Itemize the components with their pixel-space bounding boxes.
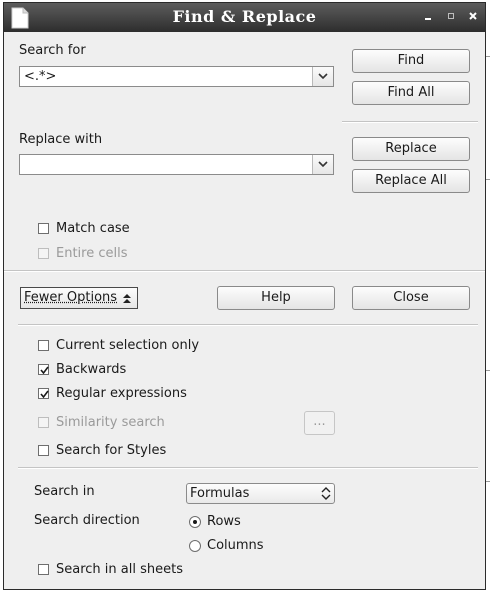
bg-gridline bbox=[486, 56, 490, 57]
regular-expressions-label[interactable]: Regular expressions bbox=[56, 386, 187, 401]
search-for-combobox[interactable]: <.*> bbox=[19, 66, 334, 87]
chevron-down-icon bbox=[318, 161, 328, 168]
window-title: Find & Replace bbox=[172, 7, 317, 26]
replace-with-combobox[interactable] bbox=[19, 154, 334, 175]
minimize-icon bbox=[425, 18, 431, 20]
title-bar[interactable]: Find & Replace bbox=[4, 3, 485, 32]
search-for-dropdown-button[interactable] bbox=[312, 67, 333, 86]
backwards-checkbox[interactable] bbox=[38, 364, 49, 375]
checkmark-icon bbox=[40, 390, 49, 399]
separator bbox=[18, 324, 478, 326]
replace-with-dropdown-button[interactable] bbox=[312, 155, 333, 174]
replace-with-label: Replace with bbox=[19, 132, 103, 147]
find-all-button[interactable]: Find All bbox=[352, 81, 470, 105]
fewer-options-label: Fewer Options bbox=[24, 290, 118, 305]
entire-cells-checkbox[interactable] bbox=[38, 248, 49, 259]
close-button[interactable]: Close bbox=[352, 286, 470, 310]
similarity-settings-button[interactable]: ... bbox=[304, 411, 335, 435]
maximize-button[interactable] bbox=[444, 9, 458, 23]
search-in-value: Formulas bbox=[190, 486, 250, 501]
columns-radio[interactable] bbox=[189, 540, 201, 552]
match-case-checkbox[interactable] bbox=[38, 223, 49, 234]
columns-label[interactable]: Columns bbox=[207, 538, 264, 553]
maximize-icon bbox=[448, 13, 454, 19]
replace-button[interactable]: Replace bbox=[352, 137, 470, 161]
similarity-search-checkbox[interactable] bbox=[38, 417, 49, 428]
bg-gridline bbox=[486, 179, 490, 180]
current-selection-only-label[interactable]: Current selection only bbox=[56, 338, 199, 353]
spin-updown-icon bbox=[321, 487, 331, 500]
similarity-search-label[interactable]: Similarity search bbox=[56, 415, 165, 430]
find-button[interactable]: Find bbox=[352, 49, 470, 73]
checkmark-icon bbox=[40, 366, 49, 375]
help-button[interactable]: Help bbox=[217, 286, 335, 310]
search-for-styles-label[interactable]: Search for Styles bbox=[56, 443, 166, 458]
radio-selected-dot bbox=[193, 520, 197, 524]
entire-cells-label[interactable]: Entire cells bbox=[56, 246, 128, 261]
regular-expressions-checkbox[interactable] bbox=[38, 388, 49, 399]
rows-radio[interactable] bbox=[189, 516, 201, 528]
current-selection-only-checkbox[interactable] bbox=[38, 340, 49, 351]
rows-label[interactable]: Rows bbox=[207, 514, 241, 529]
find-replace-dialog: Find & Replace Search for <.*> Find Find… bbox=[3, 2, 486, 590]
search-for-styles-checkbox[interactable] bbox=[38, 445, 49, 456]
replace-all-button[interactable]: Replace All bbox=[352, 169, 470, 193]
minimize-button[interactable] bbox=[421, 9, 435, 23]
search-in-select[interactable]: Formulas bbox=[186, 483, 335, 504]
backwards-label[interactable]: Backwards bbox=[56, 362, 126, 377]
search-direction-label: Search direction bbox=[34, 513, 140, 528]
bg-gridline bbox=[486, 370, 490, 371]
match-case-label[interactable]: Match case bbox=[56, 221, 130, 236]
search-for-label: Search for bbox=[19, 43, 86, 58]
bg-gridline bbox=[486, 481, 490, 482]
search-in-all-sheets-checkbox[interactable] bbox=[38, 564, 49, 575]
separator bbox=[4, 270, 485, 272]
fewer-options-button[interactable]: Fewer Options bbox=[20, 287, 138, 309]
separator bbox=[18, 467, 478, 469]
close-icon bbox=[469, 12, 477, 20]
search-for-value[interactable]: <.*> bbox=[24, 69, 56, 84]
close-window-button[interactable] bbox=[466, 9, 480, 23]
separator bbox=[342, 121, 478, 123]
search-in-label: Search in bbox=[34, 484, 95, 499]
search-in-all-sheets-label[interactable]: Search in all sheets bbox=[56, 562, 183, 577]
double-chevron-up-icon bbox=[123, 294, 131, 303]
chevron-down-icon bbox=[318, 73, 328, 80]
